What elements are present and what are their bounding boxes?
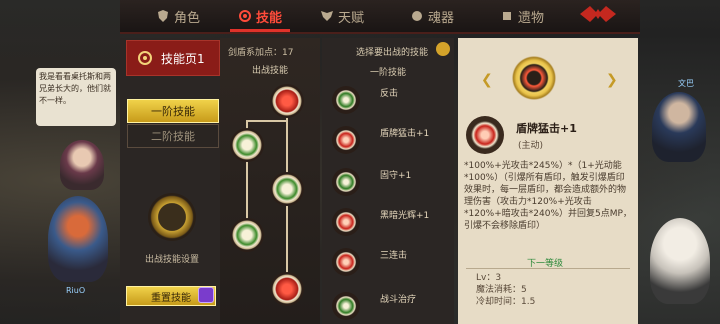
skill-name: 黑暗光辉+1: [380, 211, 430, 221]
detail-description: *100%+光攻击*245%）*（1+光动能*100%）（引爆所有盾印，触发引爆…: [464, 161, 632, 231]
swirl-icon: [138, 51, 152, 65]
tab-label: 角色: [174, 10, 201, 26]
tab-skills[interactable]: 技能: [230, 4, 291, 32]
detail-skill-name: 盾牌猛击+1: [516, 122, 577, 135]
skill-list-item[interactable]: 盾牌猛击+1: [332, 126, 452, 156]
rabbit-character: [650, 218, 710, 304]
tree-header: 出战技能: [251, 66, 288, 76]
battle-heal-skill-icon: [332, 292, 360, 320]
detail-skill-type: (主动): [518, 141, 544, 151]
tree-connector: [246, 120, 286, 122]
close-icon[interactable]: [576, 3, 620, 25]
tab-character[interactable]: 角色: [156, 4, 200, 28]
cooldown-stat: 冷却时间：1.5: [476, 297, 536, 307]
shield-bash-detail-icon: [466, 116, 504, 154]
skill-name: 盾牌猛击+1: [380, 129, 430, 139]
ally-character: [652, 92, 706, 162]
tree-node-shield-bash[interactable]: [270, 84, 304, 118]
counter-skill-icon: [332, 86, 360, 114]
tab-label: 技能: [256, 10, 283, 26]
shield-bash-skill-icon: [332, 126, 360, 154]
tab-soul-gear[interactable]: 魂器: [410, 4, 454, 28]
wings-icon: [321, 11, 333, 21]
triple-strike-skill-icon: [332, 248, 360, 276]
player-character: [48, 196, 108, 282]
player-name: RiuO: [66, 286, 86, 295]
skill-list-item[interactable]: 固守+1: [332, 168, 452, 198]
skill-points-label: 剑盾系加点：17: [228, 48, 294, 58]
tree-node-guard[interactable]: [230, 128, 264, 162]
tab-label: 魂器: [428, 10, 455, 26]
select-hint: 选择要出战的技能: [356, 48, 429, 58]
skill-page-sidebar: [120, 38, 221, 324]
skill-list-item[interactable]: 黑暗光辉+1: [332, 208, 452, 238]
skill-tree-panel: [220, 38, 320, 324]
dark-glory-skill-icon: [332, 208, 360, 236]
lock-icon: [436, 42, 450, 56]
guard-skill-icon: [332, 168, 360, 196]
swirl-icon: [239, 10, 251, 22]
tree-node-dark-flame[interactable]: [270, 272, 304, 306]
orb-icon: [412, 11, 422, 21]
npc-name: 文巴: [678, 79, 694, 88]
skill-list-item[interactable]: 反击: [332, 86, 452, 116]
skill-name: 战斗治疗: [380, 295, 417, 305]
npc-dialog-bubble: 我是看看桌托斯和两兄弟长大的，他们就不一样。: [36, 68, 116, 126]
next-level-label: 下一等级: [526, 259, 563, 269]
skill-name: 三连击: [380, 251, 408, 261]
npc-character: [60, 140, 104, 190]
top-tab-bar: 角色 技能 天赋 魂器 遗物: [120, 0, 640, 34]
relic-icon: [503, 12, 511, 20]
tree-node-defense[interactable]: [270, 172, 304, 206]
tier2-skills-button[interactable]: 二阶技能: [127, 124, 219, 148]
skill-page-title: 技能页1: [161, 52, 205, 66]
shield-icon: [158, 10, 168, 22]
skill-name: 反击: [380, 89, 399, 99]
active-tab-underline: [230, 29, 291, 32]
skill-list-item[interactable]: 战斗治疗: [332, 292, 452, 322]
chevron-left-icon[interactable]: ❮: [481, 72, 493, 88]
tab-talents[interactable]: 天赋: [320, 4, 364, 28]
shield-emblem-icon: [508, 52, 560, 104]
tab-label: 遗物: [518, 10, 545, 26]
npc-dialog-text: 我是看看桌托斯和两兄弟长大的，他们就不一样。: [39, 72, 111, 105]
skill-settings-label: 出战技能设置: [144, 255, 199, 265]
skill-name: 固守+1: [380, 171, 412, 181]
skill-list-item[interactable]: 三连击: [332, 248, 452, 278]
skill-settings-icon[interactable]: [148, 193, 196, 241]
skill-page-header[interactable]: 技能页1: [126, 40, 220, 76]
tab-relics[interactable]: 遗物: [500, 4, 544, 28]
chevron-right-icon[interactable]: ❯: [606, 72, 618, 88]
list-header: 一阶技能: [369, 68, 406, 78]
tab-label: 天赋: [338, 10, 365, 26]
tree-node-heal[interactable]: [230, 218, 264, 252]
tier1-skills-button[interactable]: 一阶技能: [127, 99, 219, 123]
gem-icon: [198, 287, 214, 303]
